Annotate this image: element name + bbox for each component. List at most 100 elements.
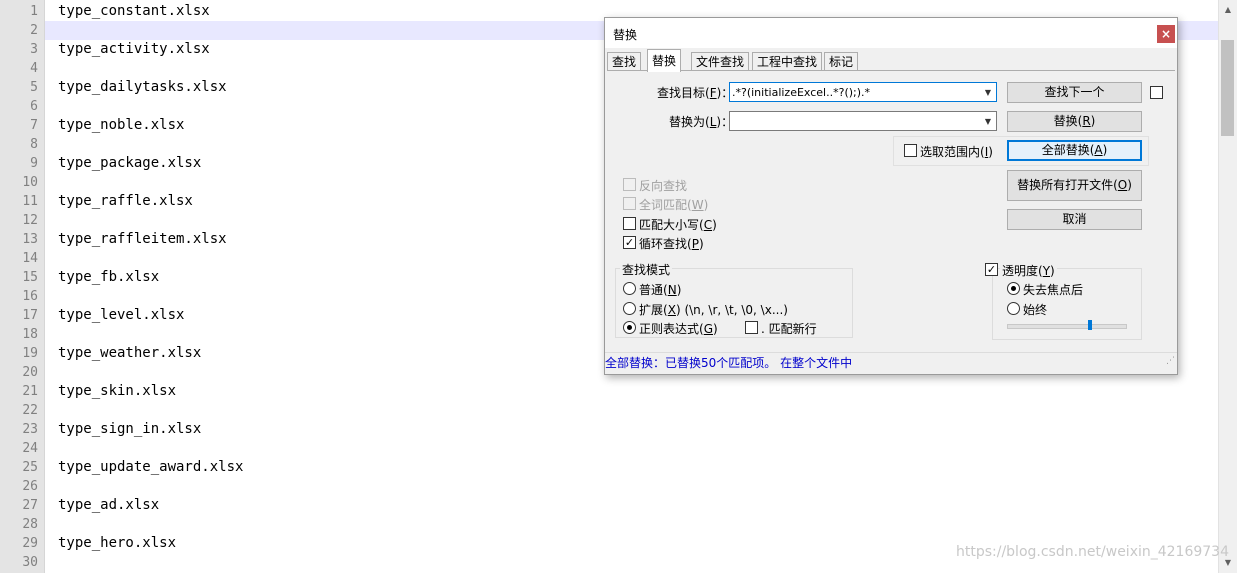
in-selection-checkbox[interactable] [904, 144, 917, 157]
code-line[interactable]: type_package.xlsx [58, 154, 201, 173]
code-line[interactable]: type_update_award.xlsx [58, 458, 243, 477]
tab-divider [607, 70, 1175, 71]
find-what-value[interactable]: .*?(initializeExcel..*?();).* [732, 86, 870, 99]
line-number: 12 [22, 213, 38, 228]
mode-extended-radio[interactable] [623, 302, 636, 315]
tab-find-in-files[interactable]: 文件查找 [691, 52, 750, 71]
close-button[interactable]: × [1157, 25, 1175, 43]
tab-find-in-project[interactable]: 工程中查找 [752, 52, 823, 71]
find-next-button[interactable]: 查找下一个 [1007, 82, 1142, 103]
line-number: 25 [22, 460, 38, 475]
line-number: 1 [30, 4, 38, 19]
line-number: 17 [22, 308, 38, 323]
line-number: 27 [22, 498, 38, 513]
mode-extended-label: 扩展(X) (\n, \r, \t, \0, \x...) [639, 303, 788, 317]
status-message: 全部替换：已替换50个匹配项。 在整个文件中 [605, 356, 853, 370]
line-number: 8 [30, 137, 38, 152]
watermark: https://blog.csdn.net/weixin_42169734 [955, 544, 1229, 560]
line-number: 21 [22, 384, 38, 399]
mode-regex-label: 正则表达式(G) [639, 322, 718, 336]
wrap-around-checkbox[interactable]: ✓ [623, 236, 636, 249]
code-line[interactable]: type_level.xlsx [58, 306, 184, 325]
dot-matches-newline-label: . 匹配新行 [761, 322, 817, 336]
line-number: 28 [22, 517, 38, 532]
transparency-slider-thumb[interactable] [1087, 320, 1092, 330]
whole-word-label: 全词匹配(W) [639, 198, 709, 212]
line-number: 14 [22, 251, 38, 266]
transparency-on-lose-focus-radio[interactable] [1007, 282, 1020, 295]
replace-with-combobox[interactable]: ▼ [729, 111, 997, 131]
line-number: 11 [22, 194, 38, 209]
mode-normal-label: 普通(N) [639, 283, 682, 297]
line-number-gutter: 1 2 3 4 5 6 7 8 9 10 11 12 13 14 15 16 17 18 19 20 21 22 23 24 2… [0, 0, 45, 573]
in-selection-label: 选取范围内(I) [920, 145, 993, 159]
find-next-extra-checkbox[interactable] [1150, 86, 1163, 99]
code-line[interactable]: type_raffleitem.xlsx [58, 230, 227, 249]
search-mode-title: 查找模式 [620, 261, 673, 278]
find-what-combobox[interactable]: .*?(initializeExcel..*?();).* ▼ [729, 82, 997, 102]
line-number: 29 [22, 536, 38, 551]
line-number: 23 [22, 422, 38, 437]
line-number: 15 [22, 270, 38, 285]
mode-regex-radio[interactable] [623, 321, 636, 334]
tab-replace[interactable]: 替换 [647, 49, 682, 72]
code-line[interactable]: type_activity.xlsx [58, 40, 210, 59]
replace-label: 替换为(L)： [669, 115, 734, 129]
code-line[interactable]: type_skin.xlsx [58, 382, 176, 401]
line-number: 7 [30, 118, 38, 133]
transparency-checkbox[interactable]: ✓ [985, 263, 998, 276]
line-number: 24 [22, 441, 38, 456]
line-number: 20 [22, 365, 38, 380]
dialog-status-bar: 全部替换：已替换50个匹配项。 在整个文件中 ⋰ [605, 352, 1177, 373]
code-line[interactable]: type_ad.xlsx [58, 496, 159, 515]
backward-checkbox [623, 178, 636, 191]
whole-word-checkbox [623, 197, 636, 210]
code-line[interactable]: type_sign_in.xlsx [58, 420, 201, 439]
match-case-checkbox[interactable] [623, 217, 636, 230]
code-line[interactable]: type_weather.xlsx [58, 344, 201, 363]
line-number: 13 [22, 232, 38, 247]
line-number: 30 [22, 555, 38, 570]
code-line[interactable]: type_dailytasks.xlsx [58, 78, 227, 97]
replace-all-button[interactable]: 全部替换(A) [1007, 140, 1142, 161]
tab-find[interactable]: 查找 [607, 52, 642, 71]
transparency-always-radio[interactable] [1007, 302, 1020, 315]
transparency-title: 透明度(Y) [1000, 262, 1057, 279]
scrollbar-thumb[interactable] [1221, 40, 1234, 136]
line-number: 16 [22, 289, 38, 304]
wrap-around-label: 循环查找(P) [639, 237, 704, 251]
line-number: 5 [30, 80, 38, 95]
line-number: 6 [30, 99, 38, 114]
code-line[interactable]: type_constant.xlsx [58, 2, 210, 21]
chevron-down-icon[interactable]: ▼ [982, 83, 994, 101]
dialog-titlebar[interactable]: 替换 × [605, 18, 1177, 48]
code-line[interactable]: type_fb.xlsx [58, 268, 159, 287]
transparency-slider[interactable] [1007, 324, 1127, 329]
line-number: 4 [30, 61, 38, 76]
replace-button[interactable]: 替换(R) [1007, 111, 1142, 132]
transparency-on-lose-focus-label: 失去焦点后 [1023, 283, 1084, 297]
resize-grip-icon[interactable]: ⋰ [1166, 351, 1175, 371]
chevron-down-icon[interactable]: ▼ [982, 112, 994, 130]
line-number: 19 [22, 346, 38, 361]
line-number: 26 [22, 479, 38, 494]
replace-dialog: 替换 × 查找 替换 文件查找 工程中查找 标记 查找目标(F)： .*?(in… [604, 17, 1178, 375]
vertical-scrollbar[interactable]: ▲ ▼ [1218, 0, 1237, 573]
line-number: 9 [30, 156, 38, 171]
line-number: 22 [22, 403, 38, 418]
match-case-label: 匹配大小写(C) [639, 218, 717, 232]
scroll-up-icon[interactable]: ▲ [1219, 2, 1237, 18]
backward-label: 反向查找 [639, 179, 688, 193]
code-line[interactable]: type_raffle.xlsx [58, 192, 193, 211]
dialog-title: 替换 [613, 28, 638, 42]
line-number: 18 [22, 327, 38, 342]
code-line[interactable]: type_hero.xlsx [58, 534, 176, 553]
dot-matches-newline-checkbox[interactable] [745, 321, 758, 334]
tab-mark[interactable]: 标记 [824, 52, 859, 71]
transparency-always-label: 始终 [1023, 303, 1048, 317]
cancel-button[interactable]: 取消 [1007, 209, 1142, 230]
code-line[interactable]: type_noble.xlsx [58, 116, 184, 135]
find-label: 查找目标(F)： [657, 86, 734, 100]
mode-normal-radio[interactable] [623, 282, 636, 295]
replace-all-open-docs-button[interactable]: 替换所有打开文件(O) [1007, 170, 1142, 201]
